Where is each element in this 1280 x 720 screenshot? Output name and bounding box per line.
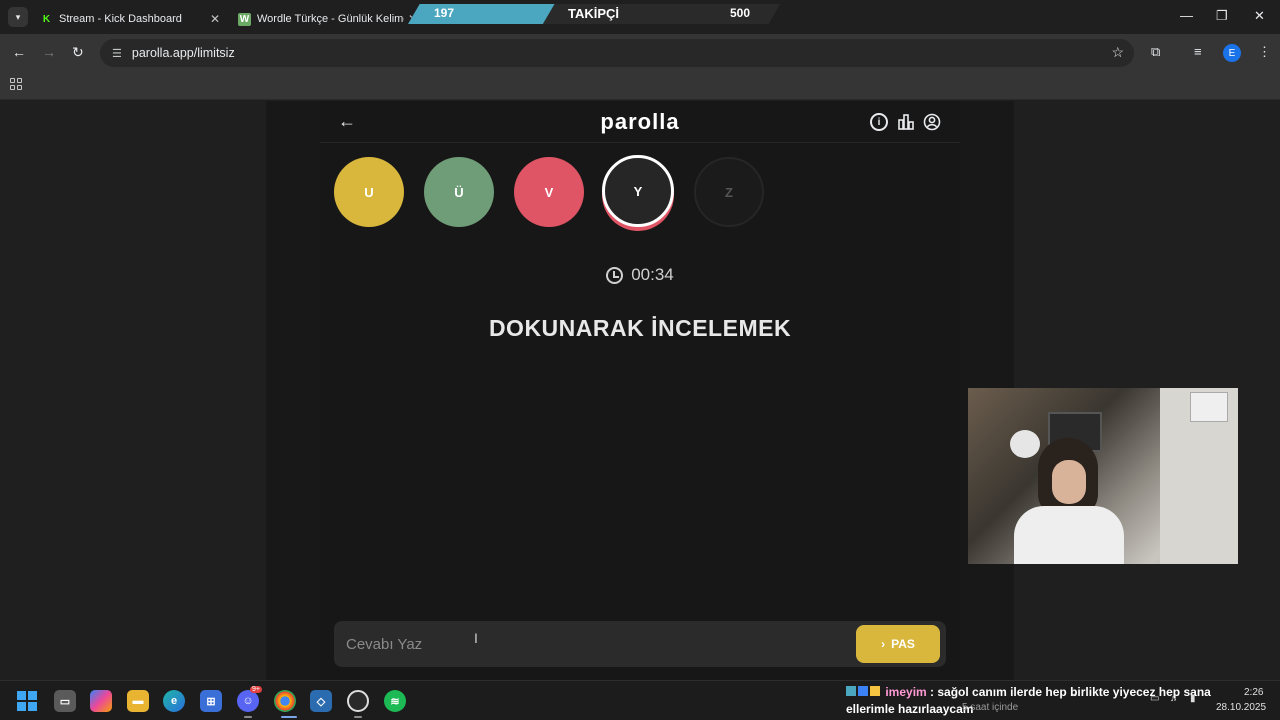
stats-chart-icon[interactable] [897,113,915,131]
tab-strip: ▾ K Stream - Kick Dashboard ✕ W Wordle T… [0,0,1280,34]
pass-button-label: PAS [891,637,915,651]
clock-icon [606,266,624,284]
url-text: parolla.app/limitsiz [131,46,235,60]
store-icon[interactable]: ⊞ [200,690,222,712]
maximize-button[interactable]: ❐ [1216,8,1228,24]
task-view-icon[interactable]: ▭ [54,690,76,712]
edge-icon[interactable]: e [163,690,185,712]
answer-bar: › PAS [334,621,946,667]
webcam-plush-toy [1010,430,1040,458]
answer-input[interactable] [346,631,846,657]
running-indicator-active [281,716,297,718]
wordle-favicon-icon: W [238,12,251,26]
tab-wordle[interactable]: W Wordle Türkçe - Günlük Kelime ✕ [230,4,426,34]
chat-badges-icon [846,686,880,696]
letter-circle-u: U [334,157,404,227]
text-cursor-icon: I [474,630,478,646]
browser-toolbar: ← → ↻ ☰ parolla.app/limitsiz ☆ ⧉ ≡ E ⋮ [0,34,1280,72]
forward-button[interactable]: → [42,44,56,60]
extensions-icon[interactable]: ⧉ [1151,44,1160,60]
info-icon[interactable]: i [870,113,888,131]
apps-grid-icon[interactable] [10,78,22,90]
letter-circle-v: V [514,157,584,227]
volume-icon[interactable]: ♫ [1170,693,1178,704]
tab-title: Wordle Türkçe - Günlük Kelime [257,13,404,25]
webcam-overlay [968,388,1238,564]
bookmarks-bar [0,72,1280,100]
close-window-button[interactable]: ✕ [1254,8,1265,24]
streamer-face [1052,460,1086,504]
menu-kebab-icon[interactable]: ⋮ [1258,44,1271,60]
kick-favicon-icon: K [42,13,51,25]
account-icon[interactable] [923,113,941,131]
streamlabs-icon[interactable]: ◇ [310,690,332,712]
network-icon[interactable]: ▭ [1150,693,1159,704]
game-panel: ← parolla i U Ü V Y Z 00:34 DOKUNARAK İN… [320,101,960,680]
file-explorer-icon[interactable]: ▬ [127,690,149,712]
letter-circle-z: Z [694,157,764,227]
follower-count: 197 [434,6,455,20]
obs-icon[interactable] [347,690,369,712]
tray-chevron-up-icon[interactable]: ⌃ [1070,693,1078,704]
media-control-icon[interactable]: ≡ [1194,44,1202,59]
timer-value: 00:34 [631,265,674,284]
question-clue: DOKUNARAK İNCELEMEK [488,315,792,341]
copilot-icon[interactable] [90,690,112,712]
letter-circle-y-current: Y [602,155,674,227]
battery-icon[interactable]: ▮ [1190,693,1196,704]
follower-goal-overlay: 197 TAKİPÇİ 500 [408,4,780,24]
profile-avatar[interactable]: E [1223,44,1241,62]
follower-label: TAKİPÇİ [568,6,620,21]
windows-taskbar: ▭ ▬ e ⊞ ☺ 9+ ◇ ≋ imeyim : sağol canım il… [0,680,1280,720]
chrome-icon[interactable] [274,690,296,712]
back-button[interactable]: ← [12,44,26,60]
streamer-shirt [1014,506,1124,564]
follower-goal-fill [408,4,555,24]
taskbar-time[interactable]: 2:26 [1244,687,1263,698]
running-indicator [354,716,362,718]
bookmark-star-icon[interactable]: ☆ [1111,44,1124,61]
chat-username: imeyim [885,685,927,699]
letter-circle-u-umlaut: Ü [424,157,494,227]
minimize-button[interactable]: — [1180,8,1193,23]
site-info-icon[interactable]: ☰ [112,47,122,60]
reload-button[interactable]: ↻ [72,44,84,61]
tab-kick-dashboard[interactable]: K Stream - Kick Dashboard ✕ [32,4,228,34]
app-logo: parolla [600,109,680,134]
discord-badge: 9+ [250,686,262,693]
tab-title: Stream - Kick Dashboard [59,13,182,25]
chevron-right-icon: › [881,637,886,651]
running-indicator [244,716,252,718]
close-tab-icon[interactable]: ✕ [210,12,220,26]
spotify-icon[interactable]: ≋ [384,690,406,712]
follower-goal-target: 500 [730,6,751,20]
address-bar[interactable]: ☰ parolla.app/limitsiz ☆ [100,39,1134,67]
webcam-background-poster [1190,392,1228,422]
taskbar-date[interactable]: 28.10.2025 [1216,702,1266,713]
discord-icon[interactable]: ☺ [237,690,259,712]
tab-search-button[interactable]: ▾ [8,7,28,27]
chevron-down-icon: ▾ [15,11,21,22]
app-header: ← parolla i [320,101,960,143]
pass-button[interactable]: › PAS [856,625,940,663]
countdown-timer: 00:34 [320,265,960,285]
parolla-app: ← parolla i U Ü V Y Z 00:34 DOKUNARAK İN… [266,101,1014,680]
notification-subtext: 5 saat içinde [962,702,1019,713]
windows-start-icon[interactable] [17,691,37,711]
